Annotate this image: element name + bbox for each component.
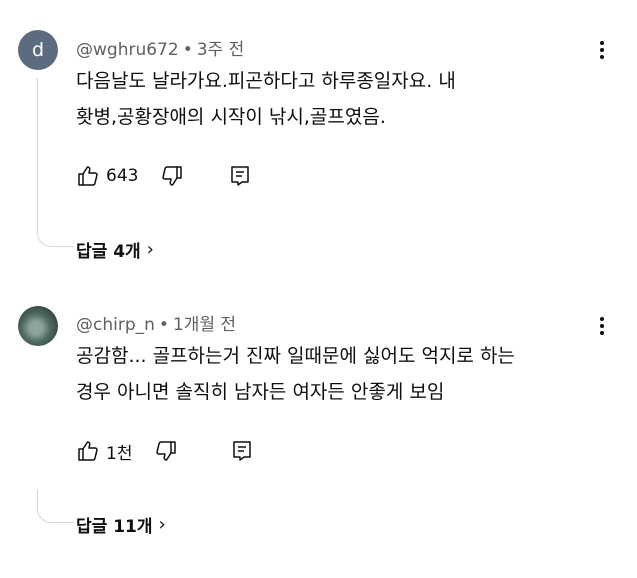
like-count: 643 [106, 166, 139, 186]
more-vert-icon[interactable] [594, 316, 610, 336]
thread-line [37, 78, 74, 247]
view-replies-button[interactable]: 답글 11개 › [76, 512, 166, 537]
replies-label: 답글 4개 [76, 242, 141, 262]
reply-comment-icon[interactable] [230, 439, 254, 463]
comment-meta: @wghru672 • 3주 전 [76, 35, 244, 60]
thread-line [37, 490, 74, 523]
comment-time: 3주 전 [196, 40, 245, 60]
comment-text: 다음날도 날라가요.피곤하다고 하루종일자요. 내 홧병,공황장애의 시작이 낚… [76, 63, 616, 135]
avatar-letter: d [31, 39, 45, 61]
thumbs-up-icon[interactable] [76, 164, 100, 188]
meta-separator: • [158, 315, 169, 335]
avatar[interactable]: d [18, 30, 58, 70]
thumbs-down-icon[interactable] [154, 439, 178, 463]
thumbs-up-icon[interactable] [76, 439, 100, 463]
comment-time: 1개월 전 [172, 315, 237, 335]
comment-text-line: 경우 아니면 솔직히 남자든 여자든 안좋게 보임 [76, 381, 445, 403]
comment-text-line: 다음날도 날라가요.피곤하다고 하루종일자요. 내 [76, 70, 456, 92]
more-vert-icon[interactable] [594, 40, 610, 60]
comment-author[interactable]: @wghru672 [76, 40, 179, 60]
replies-label: 답글 11개 [76, 517, 153, 537]
comment-actions: 643 [76, 164, 252, 188]
comment-1: d @wghru672 • 3주 전 다음날도 날라가요.피곤하다고 하루종일자요.… [0, 0, 637, 270]
reply-comment-icon[interactable] [228, 164, 252, 188]
comment-text-line: 홧병,공황장애의 시작이 낚시,골프였음. [76, 106, 386, 128]
chevron-right-icon: › [158, 514, 166, 535]
avatar[interactable] [18, 306, 58, 346]
thumbs-down-icon[interactable] [160, 164, 184, 188]
comment-text: 공감함... 골프하는거 진짜 일때문에 싫어도 억지로 하는 경우 아니면 솔… [76, 338, 616, 410]
comment-author[interactable]: @chirp_n [76, 315, 155, 335]
chevron-right-icon: › [146, 239, 154, 260]
view-replies-button[interactable]: 답글 4개 › [76, 237, 154, 262]
comment-meta: @chirp_n • 1개월 전 [76, 310, 236, 335]
like-count: 1천 [106, 443, 133, 464]
comment-text-line: 공감함... 골프하는거 진짜 일때문에 싫어도 억지로 하는 [76, 345, 515, 367]
comment-2: @chirp_n • 1개월 전 공감함... 골프하는거 진짜 일때문에 싫어도 … [0, 290, 637, 560]
meta-separator: • [182, 40, 193, 60]
comment-actions: 1천 [76, 439, 254, 464]
